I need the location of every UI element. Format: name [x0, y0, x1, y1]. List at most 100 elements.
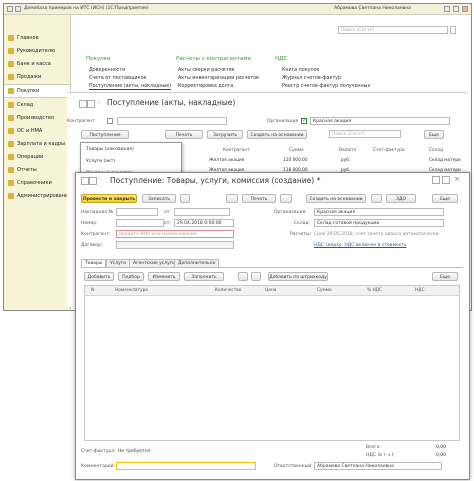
sidebar-item-operations[interactable]: Операции	[4, 151, 70, 163]
menu-link[interactable]: Счета от поставщиков	[89, 76, 146, 81]
sidebar-item-manager[interactable]: Руководителю	[4, 45, 70, 57]
tab-goods[interactable]: Товары	[81, 259, 107, 267]
favorite-star-icon[interactable]: ☆	[97, 176, 103, 182]
sidebar-item-sales[interactable]: Продажи	[4, 71, 70, 83]
sidebar-item-catalogs[interactable]: Справочники	[4, 177, 70, 189]
contract-input[interactable]	[116, 241, 234, 249]
back-arrow-icon[interactable]	[81, 177, 89, 185]
warehouse-input[interactable]: Склад готовой продукции	[314, 219, 444, 227]
invoice-date-input[interactable]	[174, 208, 230, 216]
sidebar-item-reports[interactable]: Отчеты	[4, 164, 70, 176]
invoice-value[interactable]: Не требуется	[118, 449, 150, 454]
responsible-input[interactable]: Абрамова Светлана Николаевна	[314, 462, 442, 470]
create-based-button[interactable]: Создать на основании	[247, 130, 307, 139]
column-header[interactable]: Количество	[215, 288, 241, 293]
more-button[interactable]: Еще	[432, 194, 458, 203]
org-filter-checkbox[interactable]: ✓	[301, 118, 307, 124]
menu-link[interactable]: Корректировка долга	[178, 84, 233, 89]
post-icon[interactable]	[180, 194, 190, 203]
row-currency[interactable]: руб.	[341, 158, 350, 163]
row-counterparty[interactable]: Желтая акация	[209, 158, 244, 163]
move-down-icon[interactable]	[251, 272, 261, 281]
link-icon[interactable]	[432, 176, 440, 184]
counterparty-input[interactable]: Введите ИНН или наименование	[116, 230, 234, 238]
column-header[interactable]: Валюта	[339, 148, 356, 153]
org-input[interactable]: Красная акация	[314, 208, 444, 216]
column-header[interactable]: Сумма	[317, 288, 332, 293]
column-header[interactable]: Контрагент	[223, 148, 250, 153]
number-input[interactable]	[116, 219, 164, 227]
print-button[interactable]: Печать	[165, 130, 203, 139]
print-button[interactable]: Печать	[242, 194, 276, 203]
add-row-button[interactable]: Добавить	[84, 272, 114, 281]
dropdown-item[interactable]: Товары (накладная)	[81, 144, 181, 155]
menu-link[interactable]: Журнал счетов-фактур	[282, 76, 341, 81]
maximize-icon[interactable]	[453, 6, 459, 12]
select-button[interactable]: Подбор	[118, 272, 144, 281]
sidebar-item-warehouse[interactable]: Склад	[4, 99, 70, 111]
forward-arrow-icon[interactable]	[87, 100, 95, 108]
back-arrow-icon[interactable]	[79, 100, 87, 108]
tab-services[interactable]: Услуги	[106, 259, 131, 267]
sidebar-item-admin[interactable]: Администрирование	[4, 190, 71, 202]
menu-link[interactable]: Доверенности	[89, 68, 125, 73]
edo-button[interactable]: ЭДО	[386, 194, 416, 203]
column-header[interactable]: Цена	[265, 288, 276, 293]
section-search-input[interactable]: Поиск (Ctrl+F)	[338, 26, 448, 34]
menu-icon[interactable]	[15, 6, 21, 12]
upload-button[interactable]: Загрузить	[207, 130, 243, 139]
table-more-button[interactable]: Еще	[432, 272, 458, 281]
more-actions-icon[interactable]	[442, 176, 450, 184]
create-based-button[interactable]: Создать на основании	[306, 194, 366, 203]
move-up-icon[interactable]	[238, 272, 248, 281]
date-input[interactable]: 29.04.2018 0:00:00	[174, 219, 234, 227]
column-header[interactable]: N	[91, 288, 94, 293]
comment-input[interactable]	[116, 462, 256, 470]
add-by-barcode-button[interactable]: Добавить по штрихкоду	[268, 272, 328, 281]
change-button[interactable]: Изменить	[148, 272, 180, 281]
menu-link[interactable]: Реестр счетов-фактур полученных	[282, 84, 370, 89]
sidebar-item-purchases[interactable]: Покупки	[4, 84, 70, 98]
column-header[interactable]: НДС	[415, 288, 425, 293]
close-icon[interactable]	[462, 6, 468, 12]
menu-link[interactable]: Акты инвентаризации расчетов	[178, 76, 259, 81]
attach-icon[interactable]	[280, 194, 292, 203]
receipt-create-button[interactable]: Поступление	[81, 130, 129, 139]
column-header[interactable]: Счет-фактура	[373, 148, 405, 153]
tab-additional[interactable]: Дополнительно	[174, 259, 220, 267]
menu-link[interactable]: Акты сверки расчетов	[178, 68, 234, 73]
goods-table[interactable]: N Номенклатура Количество Цена Сумма % Н…	[84, 285, 460, 441]
sidebar-item-fixed-assets[interactable]: ОС и НМА	[4, 125, 70, 137]
forward-arrow-icon[interactable]	[89, 177, 97, 185]
current-user[interactable]: Абрамова Светлана Николаевна	[334, 6, 411, 11]
list-search-input[interactable]: Поиск (Ctrl+F)	[329, 130, 401, 138]
fill-button[interactable]: Заполнить	[184, 272, 224, 281]
counterparty-filter-input[interactable]	[117, 117, 227, 125]
row-sum[interactable]: 110 000,00	[283, 158, 308, 163]
column-header[interactable]: Сумма	[289, 148, 304, 153]
dropdown-item[interactable]: Услуги (акт)	[81, 156, 181, 167]
minimize-icon[interactable]	[444, 6, 450, 12]
column-header[interactable]: Склад	[429, 148, 443, 153]
tab-agent-services[interactable]: Агентские услуги	[129, 259, 180, 267]
settlements-value[interactable]: Срок 29.05.2018, счет зачета аванса авто…	[314, 232, 439, 237]
org-filter-input[interactable]: Красная акация	[310, 117, 450, 125]
search-icon[interactable]	[450, 26, 456, 34]
column-header[interactable]: % НДС	[367, 288, 382, 293]
sidebar-item-main[interactable]: Главное	[4, 32, 70, 44]
sidebar-item-salary[interactable]: Зарплата и кадры	[4, 138, 70, 150]
row-warehouse[interactable]: Склад матери	[429, 158, 461, 163]
close-icon[interactable]: ×	[454, 175, 462, 183]
post-and-close-button[interactable]: Провести и закрыть	[81, 194, 137, 203]
save-button[interactable]: Записать	[142, 194, 176, 203]
dt-kt-icon[interactable]	[226, 194, 238, 203]
menu-link[interactable]: Книга покупок	[282, 68, 319, 73]
sidebar-item-bank[interactable]: Банк и касса	[4, 58, 70, 70]
more-button[interactable]: Еще	[424, 130, 444, 139]
vat-settings-link[interactable]: НДС сверху. НДС включен в стоимость	[314, 243, 406, 248]
invoice-no-input[interactable]	[116, 208, 158, 216]
counterparty-filter-checkbox[interactable]	[107, 118, 113, 124]
edo-icon[interactable]	[371, 194, 382, 203]
menu-link-receipts[interactable]: Поступление (акты, накладные)	[89, 84, 172, 90]
favorite-star-icon[interactable]: ☆	[96, 100, 102, 106]
